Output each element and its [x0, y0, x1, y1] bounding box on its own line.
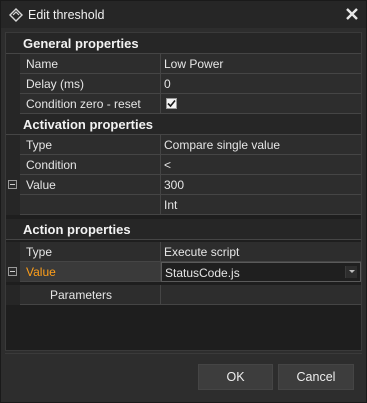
property-row-value-type[interactable]: Int: [6, 195, 361, 215]
parameters-field[interactable]: [161, 285, 361, 305]
property-label: Type: [20, 135, 161, 155]
category-activation[interactable]: Activation properties: [6, 114, 361, 135]
action-type-value[interactable]: Execute script: [161, 242, 361, 262]
property-row-action-value[interactable]: Value StatusCode.js: [6, 262, 361, 282]
property-row-parameters[interactable]: Parameters: [6, 285, 361, 305]
window-title: Edit threshold: [28, 8, 105, 22]
property-label: Name: [20, 54, 161, 74]
checkbox-checked-icon[interactable]: [166, 98, 177, 109]
property-label: Value: [20, 175, 161, 195]
script-select-value: StatusCode.js: [165, 266, 240, 280]
title-bar: Edit threshold: [1, 1, 366, 28]
collapse-icon[interactable]: [8, 267, 17, 276]
edit-threshold-dialog: Edit threshold General properties Name L…: [0, 0, 367, 403]
script-select[interactable]: StatusCode.js: [161, 262, 361, 282]
category-label: Action properties: [23, 222, 131, 237]
app-logo-icon: [9, 8, 23, 22]
zero-reset-value[interactable]: [161, 94, 361, 114]
property-label: Value: [20, 262, 161, 282]
property-label: Condition zero - reset: [20, 94, 161, 114]
category-general[interactable]: General properties: [6, 33, 361, 54]
activation-value-field[interactable]: 300: [161, 175, 361, 195]
activation-type-value[interactable]: Compare single value: [161, 135, 361, 155]
property-row-activation-value[interactable]: Value 300: [6, 175, 361, 195]
category-label: Activation properties: [23, 117, 154, 132]
property-label: Type: [20, 242, 161, 262]
category-label: General properties: [23, 36, 139, 51]
value-type-field[interactable]: Int: [161, 195, 361, 215]
collapse-icon[interactable]: [8, 180, 17, 189]
property-row-condition[interactable]: Condition <: [6, 155, 361, 175]
property-label: Delay (ms): [20, 74, 161, 94]
property-row-name[interactable]: Name Low Power: [6, 54, 361, 74]
name-value-field[interactable]: Low Power: [161, 54, 361, 74]
property-row-action-type[interactable]: Type Execute script: [6, 242, 361, 262]
property-row-activation-type[interactable]: Type Compare single value: [6, 135, 361, 155]
chevron-down-icon[interactable]: [345, 266, 357, 278]
property-grid: General properties Name Low Power Delay …: [5, 32, 362, 351]
cancel-button[interactable]: Cancel: [278, 364, 354, 390]
property-row-zero-reset[interactable]: Condition zero - reset: [6, 94, 361, 114]
divider: [5, 353, 362, 354]
property-label: Condition: [20, 155, 161, 175]
property-label: [20, 195, 161, 215]
property-row-delay[interactable]: Delay (ms) 0: [6, 74, 361, 94]
condition-value[interactable]: <: [161, 155, 361, 175]
category-action[interactable]: Action properties: [6, 219, 361, 240]
ok-button[interactable]: OK: [198, 364, 273, 390]
close-icon[interactable]: [345, 7, 359, 21]
property-label: Parameters: [20, 285, 161, 305]
delay-value-field[interactable]: 0: [161, 74, 361, 94]
